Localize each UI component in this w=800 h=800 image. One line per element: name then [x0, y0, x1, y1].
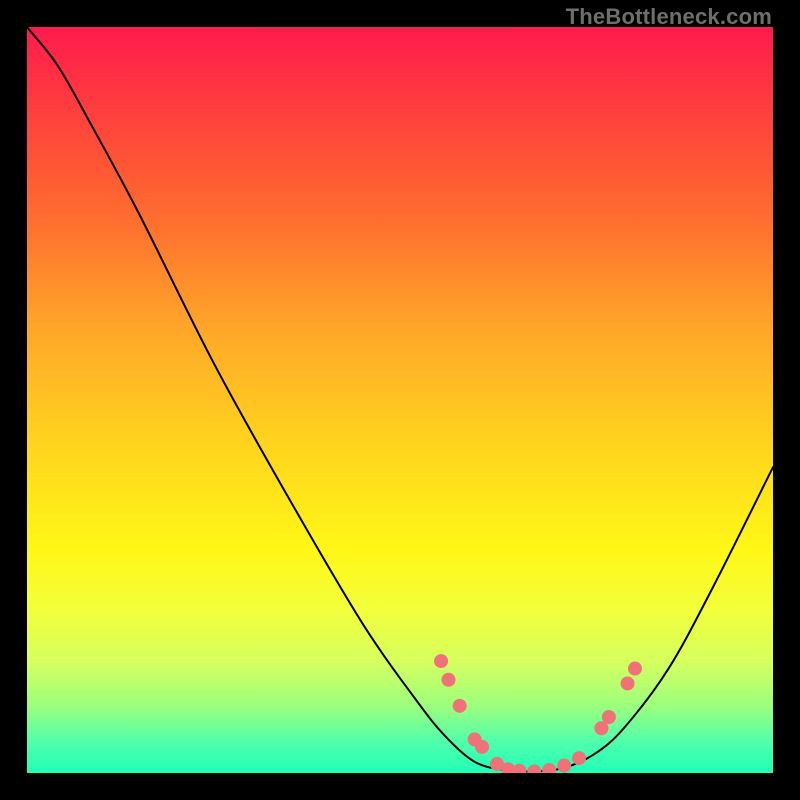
- chart-plot-area: [27, 27, 773, 773]
- data-point-marker: [542, 763, 556, 773]
- data-point-marker: [557, 759, 571, 773]
- data-point-marker: [572, 751, 586, 765]
- data-point-marker: [512, 764, 526, 773]
- data-point-marker: [602, 710, 616, 724]
- data-point-marker: [453, 699, 467, 713]
- attribution-text: TheBottleneck.com: [566, 4, 772, 30]
- data-point-marker: [527, 765, 541, 773]
- data-point-marker: [441, 673, 455, 687]
- data-point-marker: [434, 654, 448, 668]
- bottleneck-curve-chart: [27, 27, 773, 773]
- bottleneck-curve: [27, 27, 773, 772]
- data-point-marker: [621, 676, 635, 690]
- data-point-marker: [475, 740, 489, 754]
- data-point-marker: [628, 662, 642, 676]
